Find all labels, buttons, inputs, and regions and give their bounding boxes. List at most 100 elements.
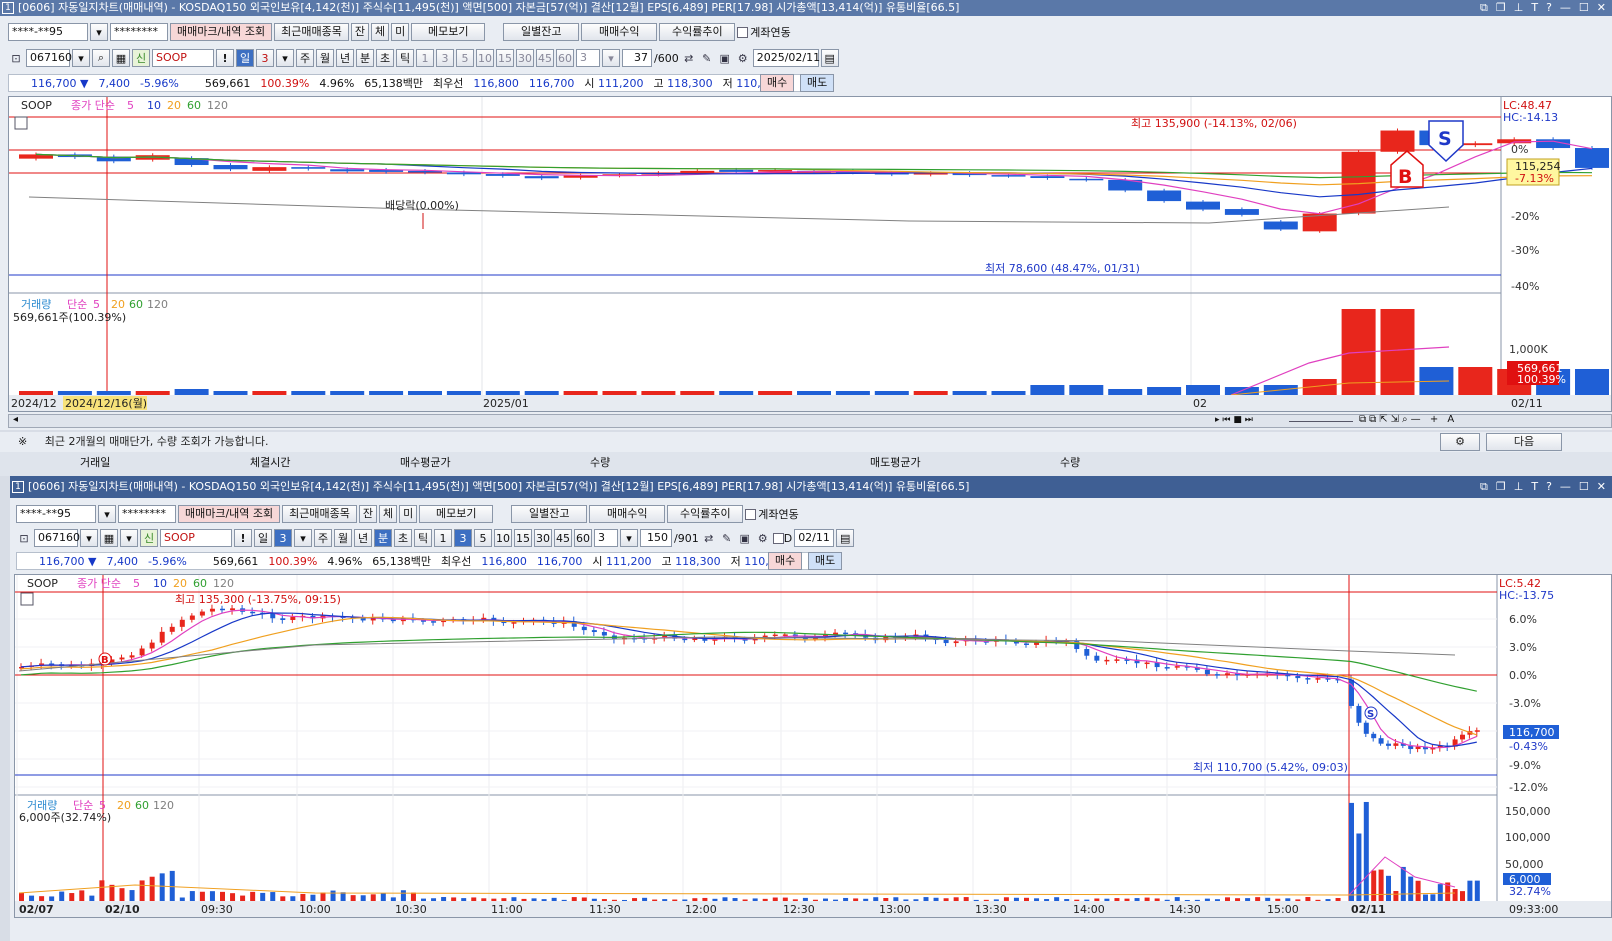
recent-trades-button[interactable]: 최근매매종목 <box>274 23 349 41</box>
min-3[interactable]: 3 <box>436 49 454 67</box>
next-button[interactable]: 다음 <box>1486 433 1562 451</box>
zoom-controls[interactable]: ⧉⧉⇱⇲⌕— + A <box>1359 414 1457 425</box>
account-select[interactable]: ****-**95 <box>16 505 96 523</box>
balance-button[interactable]: 잔 <box>350 23 370 41</box>
unfilled-button[interactable]: 미 <box>399 505 418 523</box>
min-1[interactable]: 1 <box>434 529 452 547</box>
search-icon[interactable]: ⌕ <box>92 49 110 67</box>
title-bar[interactable]: 1 [0606] 자동일지차트(매매내역) - KOSDAQ150 외국인보유[… <box>0 0 1612 16</box>
min-60[interactable]: 60 <box>574 529 592 547</box>
password-field[interactable]: ******** <box>118 505 176 523</box>
period-tick[interactable]: 틱 <box>396 49 414 67</box>
grid-icon[interactable]: ▦ <box>112 49 130 67</box>
marks-query-button[interactable]: 매매마크/내역 조회 <box>178 505 281 523</box>
period-day[interactable]: 일 <box>236 49 254 67</box>
account-link-checkbox[interactable]: 계좌연동 <box>737 24 791 40</box>
minimize-icon[interactable]: — <box>1560 476 1571 498</box>
period-minute[interactable]: 분 <box>356 49 374 67</box>
maximize-icon[interactable]: ☐ <box>1579 0 1589 16</box>
buy-button[interactable]: 매수 <box>760 74 795 92</box>
sell-button[interactable]: 매도 <box>800 74 835 92</box>
save-icon[interactable]: ▣ <box>717 50 733 66</box>
chevron-down-icon[interactable]: ▾ <box>602 49 620 67</box>
gear-icon[interactable]: ⚙ <box>755 530 771 546</box>
stock-name[interactable]: SOOP <box>152 49 214 67</box>
memo-button[interactable]: 메모보기 <box>419 505 494 523</box>
period-year[interactable]: 년 <box>336 49 354 67</box>
period-n[interactable]: 3 <box>256 49 274 67</box>
sell-button[interactable]: 매도 <box>808 552 843 570</box>
scroll-left-icon[interactable]: ◂ <box>13 414 18 425</box>
code-input[interactable]: 067160 <box>34 529 80 547</box>
font-icon[interactable]: T <box>1531 476 1538 498</box>
code-input[interactable]: 067160 <box>26 49 72 67</box>
buy-button[interactable]: 매수 <box>768 552 803 570</box>
executed-button[interactable]: 체 <box>371 23 390 41</box>
period-year[interactable]: 년 <box>354 529 372 547</box>
count-input[interactable]: 150 <box>640 529 672 547</box>
close-icon[interactable]: ✕ <box>1597 0 1606 16</box>
password-field[interactable]: ******** <box>110 23 168 41</box>
stock-name[interactable]: SOOP <box>160 529 232 547</box>
link-icon[interactable]: ⧉ <box>1480 0 1488 16</box>
daily-chart-svg[interactable]: 최고 135,900 (-14.13%, 02/06) 최저 78,600 (48… <box>9 97 1611 411</box>
date-input[interactable]: 2025/02/11 <box>752 49 820 67</box>
playback-controls[interactable]: ▸ ⏮ ■ ⏭ <box>1215 415 1253 425</box>
link-icon[interactable]: ⧉ <box>1480 476 1488 498</box>
chevron-down-icon[interactable]: ▾ <box>72 49 90 67</box>
min-15[interactable]: 15 <box>514 529 532 547</box>
alert-icon[interactable]: ! <box>234 529 252 547</box>
count-input[interactable]: 37 <box>622 49 652 67</box>
daily-chart[interactable]: 최고 135,900 (-14.13%, 02/06) 최저 78,600 (48… <box>8 96 1612 412</box>
minute-chart[interactable]: B S 최고 135,300 (-13.75%, 09:15) 최저 110,700 … <box>14 574 1612 918</box>
period-n[interactable]: 3 <box>274 529 292 547</box>
chevron-down-icon[interactable]: ▾ <box>620 529 638 547</box>
balance-button[interactable]: 잔 <box>358 505 378 523</box>
n-input[interactable]: 3 <box>576 49 600 67</box>
period-week[interactable]: 주 <box>296 49 314 67</box>
executed-button[interactable]: 체 <box>379 505 398 523</box>
draw-icon[interactable]: ✎ <box>699 50 715 66</box>
period-tick[interactable]: 틱 <box>414 529 432 547</box>
min-5[interactable]: 5 <box>474 529 492 547</box>
date-input[interactable]: 02/11 <box>794 529 835 547</box>
min-3[interactable]: 3 <box>454 529 472 547</box>
chart-tools-icon[interactable]: ⇄ <box>701 530 717 546</box>
min-1[interactable]: 1 <box>416 49 434 67</box>
chart-tools-icon[interactable]: ⇄ <box>681 50 697 66</box>
calendar-icon[interactable]: ▤ <box>820 49 839 67</box>
period-second[interactable]: 초 <box>376 49 394 67</box>
trade-profit-button[interactable]: 매매수익 <box>581 23 658 41</box>
profit-trend-button[interactable]: 수익률추이 <box>659 23 736 41</box>
chevron-down-icon[interactable]: ▾ <box>120 529 138 547</box>
close-icon[interactable]: ✕ <box>1597 476 1606 498</box>
period-month[interactable]: 월 <box>334 529 352 547</box>
alert-icon[interactable]: ! <box>216 49 234 67</box>
min-10[interactable]: 10 <box>494 529 512 547</box>
recent-trades-button[interactable]: 최근매매종목 <box>282 505 357 523</box>
chevron-down-icon[interactable]: ▾ <box>276 49 294 67</box>
help-icon[interactable]: ? <box>1546 0 1552 16</box>
calendar-icon[interactable]: ▤ <box>836 529 855 547</box>
account-select[interactable]: ****-**95 <box>8 23 88 41</box>
min-30[interactable]: 30 <box>516 49 534 67</box>
chevron-down-icon[interactable]: ▾ <box>98 505 116 523</box>
daily-balance-button[interactable]: 일별잔고 <box>503 23 580 41</box>
draw-icon[interactable]: ✎ <box>719 530 735 546</box>
minute-chart-svg[interactable]: B S 최고 135,300 (-13.75%, 09:15) 최저 110,700 … <box>15 575 1611 917</box>
chevron-down-icon[interactable]: ▾ <box>90 23 108 41</box>
period-minute[interactable]: 분 <box>374 529 392 547</box>
min-15[interactable]: 15 <box>496 49 514 67</box>
pin-icon[interactable]: ⊥ <box>1514 0 1524 16</box>
help-icon[interactable]: ? <box>1546 476 1552 498</box>
date-checkbox[interactable]: D <box>772 532 792 545</box>
settings-gear-button[interactable]: ⚙ <box>1440 433 1480 451</box>
layout-icon[interactable]: ⊡ <box>16 530 32 546</box>
daily-balance-button[interactable]: 일별잔고 <box>511 505 588 523</box>
period-week[interactable]: 주 <box>314 529 332 547</box>
memo-button[interactable]: 메모보기 <box>411 23 486 41</box>
minimize-icon[interactable]: — <box>1560 0 1571 16</box>
profit-trend-button[interactable]: 수익률추이 <box>667 505 744 523</box>
marks-query-button[interactable]: 매매마크/내역 조회 <box>170 23 273 41</box>
period-month[interactable]: 월 <box>316 49 334 67</box>
